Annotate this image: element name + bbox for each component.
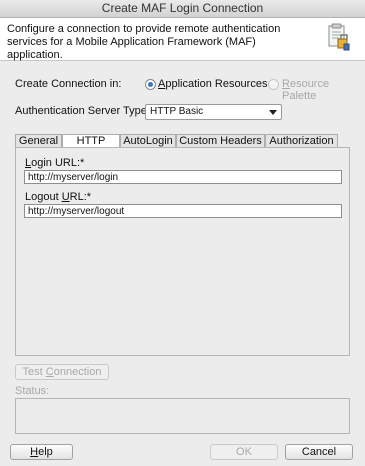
server-type-value: HTTP Basic [150, 106, 204, 117]
test-connection-button[interactable]: Test Connection [15, 364, 109, 380]
radio-resource-palette-label: Resource Palette [282, 78, 330, 102]
radio-application-resources[interactable] [145, 79, 156, 90]
login-label-rest: ogin URL:* [31, 157, 85, 169]
radio-application-resources-label: Application Resources [158, 78, 268, 90]
logout-label-rest: RL:* [69, 191, 92, 203]
status-label: Status: [15, 385, 50, 397]
login-url-label: Login URL:* [25, 157, 85, 169]
server-type-label: Authentication Server Type: [15, 105, 150, 117]
help-button[interactable]: Help [10, 444, 73, 460]
login-url-input[interactable]: http://myserver/login [24, 170, 342, 184]
dialog-header: Configure a connection to provide remote… [0, 18, 365, 61]
logout-url-label: Logout URL:* [25, 191, 92, 203]
connection-wizard-icon [327, 23, 351, 53]
ok-button[interactable]: OK [210, 444, 278, 460]
help-label-rest: elp [38, 446, 53, 458]
create-connection-label: Create Connection in: [15, 78, 122, 90]
test-label-start: Test [22, 366, 46, 378]
radio-resource-palette[interactable] [268, 79, 279, 90]
application-resources-rest: pplication Resources [165, 78, 268, 90]
logout-url-input[interactable]: http://myserver/logout [24, 204, 342, 218]
tab-general[interactable]: General [15, 134, 62, 147]
test-label-rest: onnection [53, 366, 102, 378]
logout-label-start: Logout [25, 191, 62, 203]
window-title: Create MAF Login Connection [0, 0, 365, 18]
tab-autologin[interactable]: AutoLogin [120, 134, 176, 147]
tab-panel: Login URL:* http://myserver/login Logout… [15, 147, 350, 356]
tab-custom-headers[interactable]: Custom Headers [176, 134, 265, 147]
server-type-select[interactable]: HTTP Basic [145, 104, 282, 120]
resource-palette-rest: esource Palette [282, 78, 330, 102]
chevron-down-icon [269, 110, 277, 115]
tab-authorization[interactable]: Authorization [265, 134, 338, 147]
header-description: Configure a connection to provide remote… [7, 23, 281, 61]
cancel-button[interactable]: Cancel [285, 444, 353, 460]
status-area [15, 398, 350, 434]
